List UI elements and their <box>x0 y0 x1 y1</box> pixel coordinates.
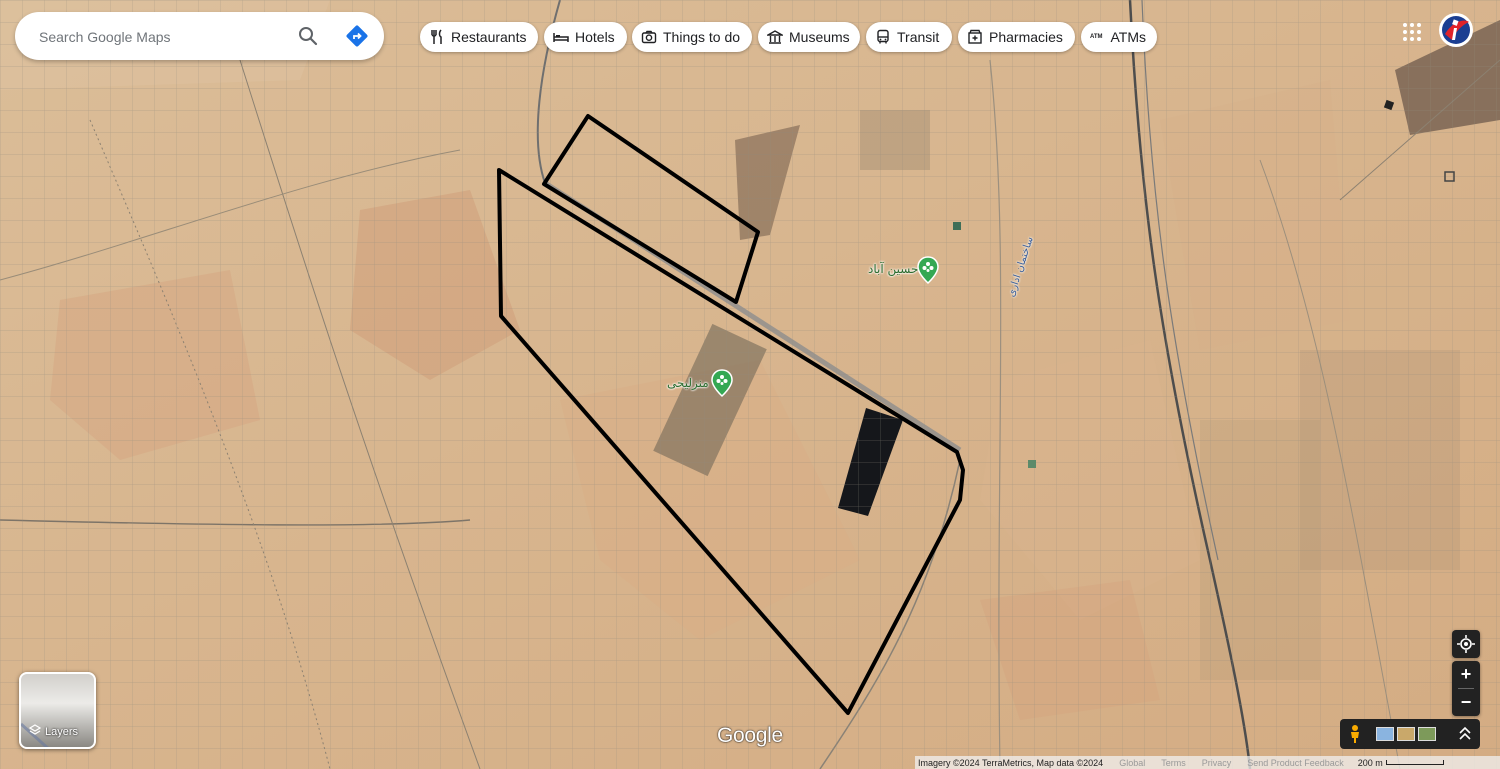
my-location-button[interactable] <box>1452 630 1480 658</box>
chip-restaurants[interactable]: Restaurants <box>420 22 538 52</box>
layers-button[interactable]: Layers <box>19 672 96 749</box>
chip-hotels[interactable]: Hotels <box>544 22 627 52</box>
imagery-thumb-1[interactable] <box>1376 727 1394 741</box>
zoom-in-button[interactable]: + <box>1452 661 1480 688</box>
place-label-manzalihi[interactable]: منزلیحی <box>667 376 709 390</box>
imagery-thumb-3[interactable] <box>1418 727 1436 741</box>
museum-icon <box>765 29 785 45</box>
street-view-bar <box>1340 719 1480 749</box>
google-logo: Google <box>717 724 783 747</box>
atm-icon: ATM <box>1090 34 1103 40</box>
bus-icon <box>875 29 891 45</box>
camera-icon <box>641 29 657 45</box>
chip-transit[interactable]: Transit <box>866 22 952 52</box>
search-icon[interactable] <box>296 24 320 48</box>
scale-label[interactable]: 200 m <box>1358 758 1383 768</box>
bed-icon <box>553 29 569 45</box>
directions-icon[interactable] <box>345 24 369 48</box>
chip-museums[interactable]: Museums <box>758 22 860 52</box>
pegman-icon[interactable] <box>1348 724 1362 749</box>
scale-bar <box>1385 760 1444 765</box>
footer-feedback-link[interactable]: Send Product Feedback <box>1247 758 1344 768</box>
attribution: Imagery ©2024 TerraMetrics, Map data ©20… <box>918 757 1104 768</box>
layers-label: Layers <box>28 724 78 739</box>
layers-icon <box>28 724 42 739</box>
chip-pharmacies[interactable]: Pharmacies <box>958 22 1075 52</box>
zoom-out-button[interactable]: − <box>1452 689 1480 716</box>
zoom-controls: + − <box>1452 661 1480 716</box>
map-footer: Imagery ©2024 TerraMetrics, Map data ©20… <box>915 756 1500 769</box>
chip-things-to-do[interactable]: Things to do <box>632 22 752 52</box>
place-pin-manzalihi[interactable] <box>711 369 733 398</box>
place-pin-hosseinabad[interactable] <box>917 256 939 285</box>
imagery-thumb-2[interactable] <box>1397 727 1415 741</box>
footer-global-link[interactable]: Global <box>1119 758 1145 768</box>
chevron-up-icon[interactable] <box>1458 726 1472 747</box>
place-label-hosseinabad[interactable]: حسین آباد <box>868 262 918 276</box>
satellite-map[interactable] <box>0 0 1500 769</box>
chip-atms[interactable]: ATM ATMs <box>1081 22 1157 52</box>
fork-knife-icon <box>429 29 445 45</box>
apps-grid-icon[interactable] <box>1400 20 1424 44</box>
search-box <box>15 12 384 62</box>
search-input[interactable] <box>37 12 291 62</box>
my-location-icon <box>1457 635 1475 653</box>
footer-terms-link[interactable]: Terms <box>1161 758 1186 768</box>
pharmacy-icon <box>967 29 983 45</box>
footer-privacy-link[interactable]: Privacy <box>1202 758 1232 768</box>
account-avatar[interactable] <box>1438 12 1474 48</box>
